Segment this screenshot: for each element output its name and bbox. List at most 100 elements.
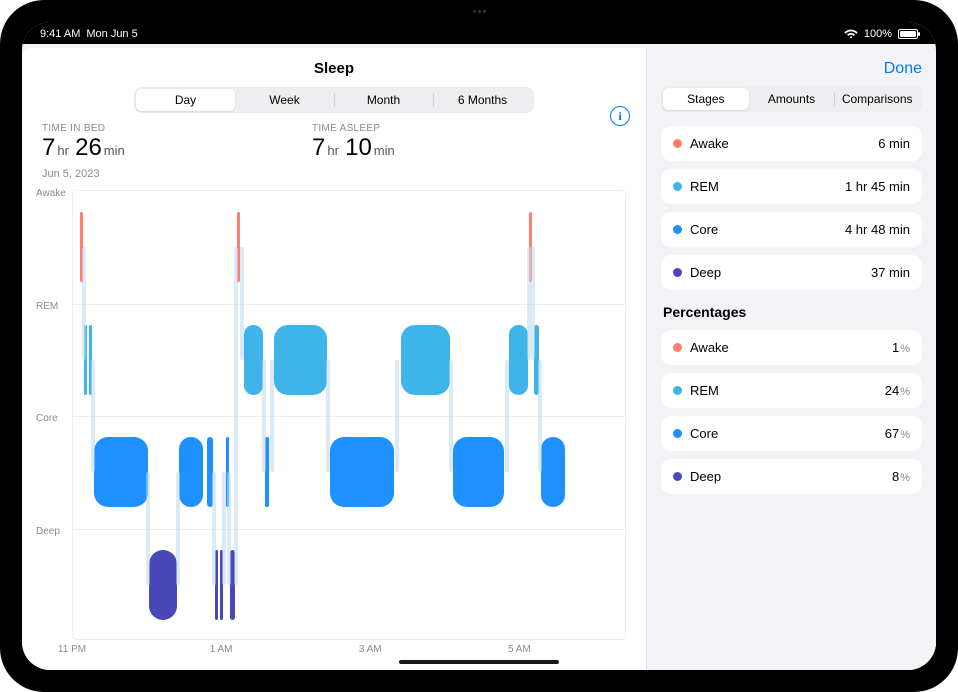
seg-amounts-label: Amounts bbox=[768, 92, 815, 106]
stage-connector bbox=[270, 360, 274, 473]
stage-dot-icon bbox=[673, 343, 682, 352]
stage-name: Awake bbox=[690, 340, 729, 355]
sleep-segment-core[interactable] bbox=[453, 437, 504, 507]
stage-dot-icon bbox=[673, 225, 682, 234]
lane-label-rem: REM bbox=[36, 301, 58, 312]
stage-name: REM bbox=[690, 383, 719, 398]
percent-list: Awake 1% REM24% Core67% Deep8% bbox=[661, 330, 922, 502]
sleep-segment-deep[interactable] bbox=[149, 550, 177, 620]
stage-connector bbox=[262, 360, 266, 473]
x-axis-labels: 11 PM1 AM3 AM5 AM bbox=[72, 644, 626, 660]
stage-row-awake[interactable]: Awake6 min bbox=[661, 126, 922, 161]
stage-connector bbox=[531, 247, 535, 360]
stage-value: 1 hr 45 min bbox=[845, 179, 910, 194]
stage-connector bbox=[527, 247, 531, 360]
percent-row-deep[interactable]: Deep8% bbox=[661, 459, 922, 494]
sleep-segment-rem[interactable] bbox=[401, 325, 449, 395]
sleep-segment-rem[interactable] bbox=[274, 325, 326, 395]
range-segmented-control: Day Week Month 6 Months bbox=[134, 87, 534, 113]
lane-label-awake: Awake bbox=[36, 188, 66, 199]
x-tick: 3 AM bbox=[359, 644, 382, 655]
x-tick: 5 AM bbox=[508, 644, 531, 655]
stage-name: Deep bbox=[690, 265, 721, 280]
seg-day-label: Day bbox=[175, 93, 196, 107]
stage-connector bbox=[395, 360, 399, 473]
stage-row-rem[interactable]: REM1 hr 45 min bbox=[661, 169, 922, 204]
seg-amounts[interactable]: Amounts bbox=[749, 88, 835, 110]
stage-connector bbox=[91, 360, 95, 473]
stage-connector bbox=[505, 360, 509, 473]
stage-connector bbox=[146, 472, 150, 585]
info-icon[interactable]: i bbox=[610, 106, 630, 126]
seg-comparisons[interactable]: Comparisons bbox=[834, 88, 920, 110]
main-panel: Sleep Day Week Month 6 Months i TIME IN … bbox=[22, 48, 646, 670]
page-title: Sleep bbox=[22, 60, 646, 77]
stage-pct: 1% bbox=[892, 340, 910, 355]
time-in-bed: TIME IN BED 7hr 26min bbox=[42, 123, 292, 162]
stage-connector bbox=[176, 472, 180, 585]
stage-row-core[interactable]: Core 4 hr 48 min bbox=[661, 212, 922, 247]
time-in-bed-value: 7hr 26min bbox=[42, 134, 292, 162]
stage-pct: 8% bbox=[892, 469, 910, 484]
time-in-bed-label: TIME IN BED bbox=[42, 123, 292, 134]
stage-value: 4 hr 48 min bbox=[845, 222, 910, 237]
sleep-segment-core[interactable] bbox=[94, 437, 148, 507]
stage-connector bbox=[538, 360, 542, 473]
lane-divider bbox=[73, 529, 625, 530]
ipad-frame: 9:41 AM Mon Jun 5 100% Sleep Day Week bbox=[0, 0, 958, 692]
stage-dot-icon bbox=[673, 139, 682, 148]
content: Sleep Day Week Month 6 Months i TIME IN … bbox=[22, 48, 936, 670]
seg-comparisons-label: Comparisons bbox=[842, 92, 913, 106]
stage-dot-icon bbox=[673, 429, 682, 438]
percent-row-core[interactable]: Core67% bbox=[661, 416, 922, 451]
sleep-segment-core[interactable] bbox=[330, 437, 393, 507]
stage-dot-icon bbox=[673, 472, 682, 481]
percentages-header: Percentages bbox=[663, 304, 920, 320]
stage-value: 37 min bbox=[871, 265, 910, 280]
time-asleep-label: TIME ASLEEP bbox=[312, 123, 562, 134]
seg-6months[interactable]: 6 Months bbox=[433, 89, 532, 111]
seg-stages-label: Stages bbox=[687, 92, 724, 106]
lane-label-deep: Deep bbox=[36, 526, 60, 537]
stage-connector bbox=[240, 247, 244, 360]
seg-day[interactable]: Day bbox=[136, 89, 235, 111]
stage-connector bbox=[227, 472, 231, 585]
chart-plot[interactable] bbox=[72, 190, 626, 640]
stage-name: Core bbox=[690, 222, 718, 237]
sidebar: Done Stages Amounts Comparisons Awake6 m… bbox=[646, 48, 936, 670]
sleep-segment-core[interactable] bbox=[541, 437, 565, 507]
battery-icon bbox=[898, 29, 918, 39]
stage-dot-icon bbox=[673, 386, 682, 395]
lane-divider bbox=[73, 304, 625, 305]
stage-value: 6 min bbox=[878, 136, 910, 151]
stage-name: Core bbox=[690, 426, 718, 441]
seg-6months-label: 6 Months bbox=[458, 93, 507, 107]
seg-stages[interactable]: Stages bbox=[663, 88, 749, 110]
wifi-icon bbox=[844, 28, 858, 41]
time-asleep: TIME ASLEEP 7hr 10min bbox=[312, 123, 562, 162]
stages-list: Awake6 min REM1 hr 45 min Core 4 hr 48 min D… bbox=[661, 126, 922, 298]
seg-week[interactable]: Week bbox=[235, 89, 334, 111]
status-bar: 9:41 AM Mon Jun 5 100% bbox=[22, 22, 936, 44]
seg-month-label: Month bbox=[367, 93, 400, 107]
percent-row-rem[interactable]: REM24% bbox=[661, 373, 922, 408]
stage-connector bbox=[326, 360, 330, 473]
sleep-segment-rem[interactable] bbox=[509, 325, 528, 395]
screen: 9:41 AM Mon Jun 5 100% Sleep Day Week bbox=[22, 22, 936, 670]
x-tick: 1 AM bbox=[210, 644, 233, 655]
stage-connector bbox=[449, 360, 453, 473]
stage-dot-icon bbox=[673, 268, 682, 277]
seg-month[interactable]: Month bbox=[334, 89, 433, 111]
battery-percent: 100% bbox=[864, 28, 892, 40]
home-indicator[interactable] bbox=[399, 660, 559, 664]
stage-row-deep[interactable]: Deep 37 min bbox=[661, 255, 922, 290]
camera-cluster bbox=[467, 7, 491, 15]
summary-row: TIME IN BED 7hr 26min TIME ASLEEP 7hr 10… bbox=[22, 123, 646, 168]
sleep-segment-core[interactable] bbox=[179, 437, 204, 507]
percent-row-awake[interactable]: Awake 1% bbox=[661, 330, 922, 365]
sleep-segment-rem[interactable] bbox=[244, 325, 263, 395]
x-tick: 11 PM bbox=[58, 644, 86, 655]
done-button[interactable]: Done bbox=[884, 60, 922, 78]
summary-date: Jun 5, 2023 bbox=[22, 168, 646, 180]
stage-connector bbox=[234, 247, 238, 585]
